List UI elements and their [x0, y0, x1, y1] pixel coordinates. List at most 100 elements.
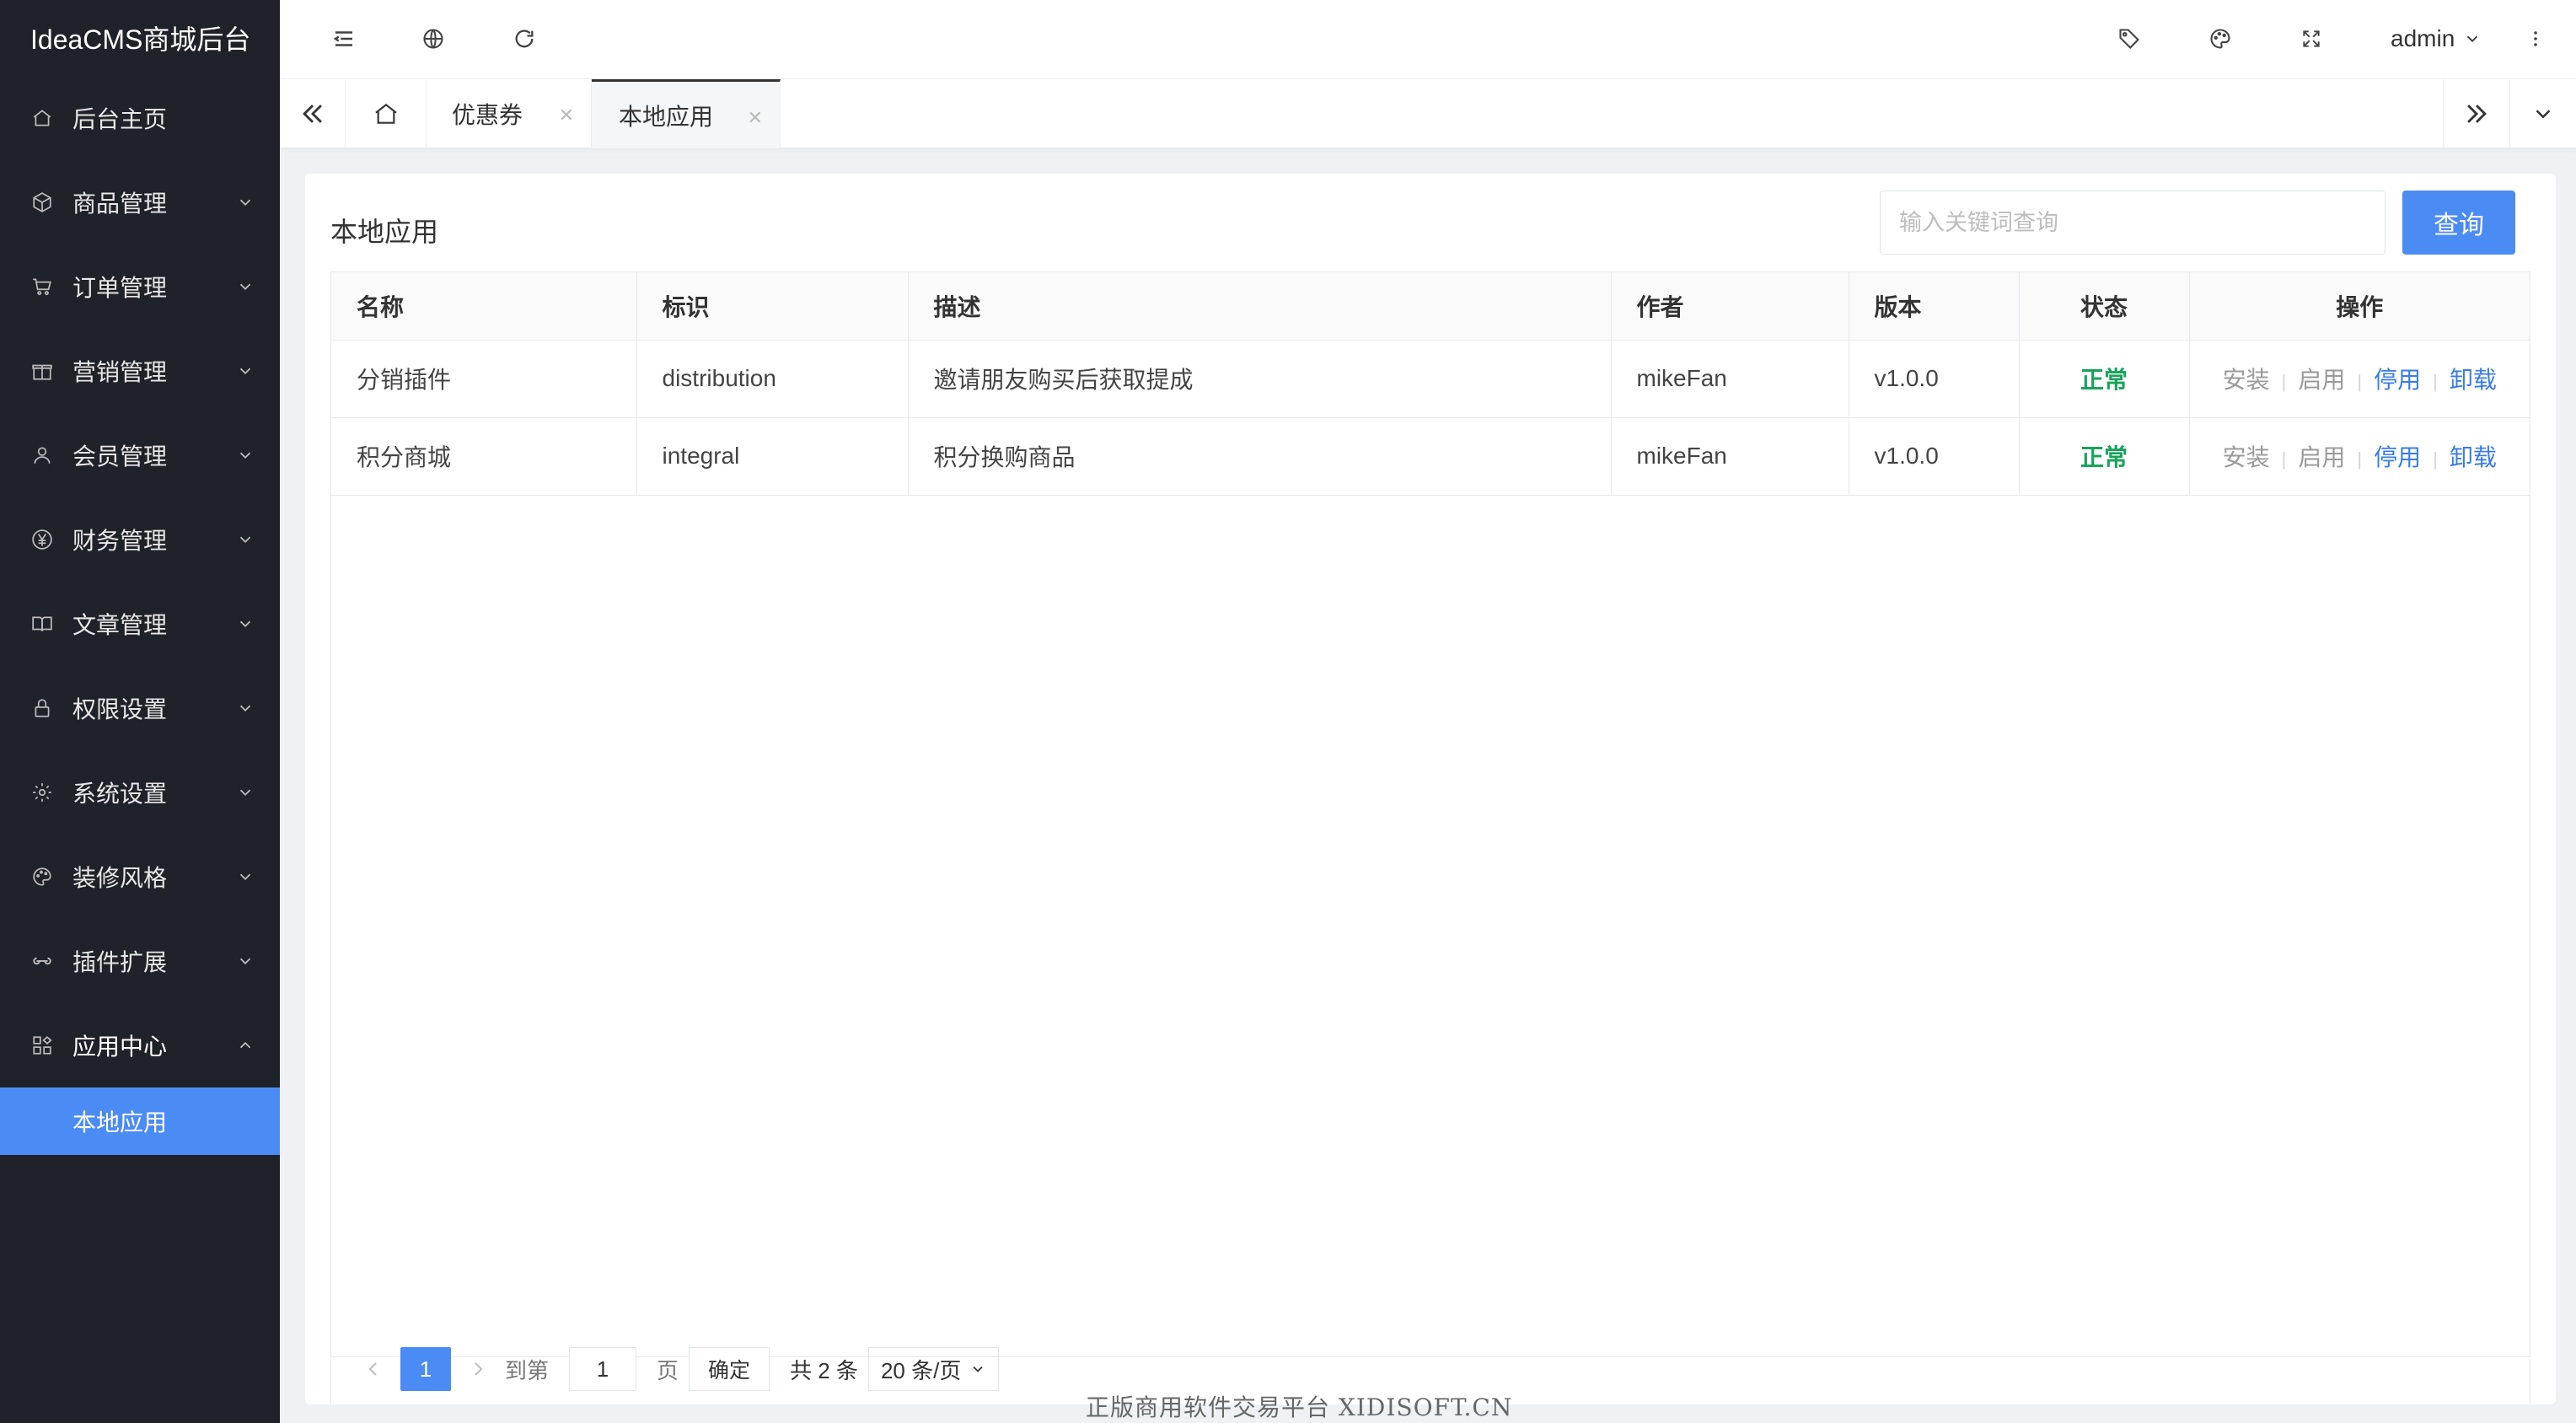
gift-icon [29, 357, 56, 384]
page-size-select[interactable]: 20 条/页 [867, 1347, 1000, 1391]
sidebar-item-permissions[interactable]: 权限设置 [0, 666, 280, 750]
cell-desc: 邀请朋友购买后获取提成 [908, 340, 1612, 418]
goto-page-input[interactable] [569, 1347, 637, 1391]
tabs-scroll-left[interactable] [280, 79, 346, 148]
book-icon [29, 610, 56, 637]
cell-actions: 安装 | 启用 | 停用 | 卸载 [2189, 340, 2530, 418]
home-icon [29, 105, 56, 132]
tabs-menu[interactable] [2510, 79, 2576, 148]
tab-label: 本地应用 [619, 103, 714, 130]
divider: | [2281, 371, 2287, 392]
page-number-current[interactable]: 1 [400, 1347, 451, 1391]
divider: | [2357, 448, 2363, 470]
next-page-icon[interactable] [461, 1348, 495, 1390]
sidebar-item-products[interactable]: 商品管理 [0, 160, 280, 244]
cell-version: v1.0.0 [1849, 340, 2020, 418]
menu-collapse-icon[interactable] [327, 22, 361, 56]
sidebar-item-label: 装修风格 [72, 865, 168, 891]
sidebar-item-system[interactable]: 系统设置 [0, 750, 280, 835]
cell-desc: 积分换购商品 [908, 417, 1612, 496]
enable-button[interactable]: 启用 [2298, 362, 2345, 395]
enable-button[interactable]: 启用 [2298, 439, 2345, 473]
sidebar-item-marketing[interactable]: 营销管理 [0, 329, 280, 413]
tab-coupon[interactable]: 优惠券 ✕ [427, 79, 592, 148]
page-label: 页 [657, 1357, 679, 1383]
palette-icon [29, 863, 56, 890]
sidebar-item-label: 财务管理 [72, 528, 168, 554]
column-header: 操作 [2189, 272, 2530, 341]
install-button[interactable]: 安装 [2223, 362, 2270, 395]
chevron-down-icon [239, 705, 251, 712]
cart-icon [29, 273, 56, 300]
gear-icon [29, 779, 56, 806]
box-icon [29, 189, 56, 216]
chevron-down-icon [239, 620, 251, 628]
page-title: 本地应用 [330, 217, 439, 247]
cell-version: v1.0.0 [1849, 417, 2020, 496]
double-chevron-left-icon [302, 105, 322, 123]
sidebar-item-plugins[interactable]: 插件扩展 [0, 919, 280, 1003]
chevron-down-icon [2467, 35, 2478, 43]
goto-confirm-button[interactable]: 确定 [689, 1347, 770, 1391]
column-header: 描述 [908, 272, 1612, 341]
home-icon [374, 103, 397, 124]
goto-label: 到第 [505, 1357, 550, 1383]
prev-page-icon[interactable] [357, 1348, 390, 1390]
chevron-down-icon [973, 1366, 983, 1372]
more-vertical-icon[interactable] [2519, 22, 2552, 56]
sidebar-item-label: 订单管理 [72, 275, 168, 301]
disable-button[interactable]: 停用 [2374, 439, 2421, 473]
globe-icon[interactable] [416, 22, 450, 56]
tabs-scroll-right[interactable] [2443, 79, 2510, 148]
sidebar-item-label: 商品管理 [72, 191, 168, 217]
uninstall-button[interactable]: 卸载 [2450, 362, 2497, 395]
sidebar-item-members[interactable]: 会员管理 [0, 413, 280, 497]
sidebar-item-app-center[interactable]: 应用中心 [0, 1003, 280, 1087]
chevron-down-icon [239, 873, 251, 881]
table-row: 分销插件 distribution 邀请朋友购买后获取提成 mikeFan v1… [331, 340, 2530, 418]
cell-author: mikeFan [1611, 417, 1849, 496]
sidebar-item-label: 文章管理 [72, 612, 168, 638]
fullscreen-icon[interactable] [2294, 22, 2328, 56]
install-button[interactable]: 安装 [2223, 439, 2270, 473]
user-menu[interactable]: admin [2391, 22, 2482, 56]
uninstall-button[interactable]: 卸载 [2450, 439, 2497, 473]
sidebar-item-label: 权限设置 [72, 696, 168, 722]
content-card: 本地应用 查询 名称 标识 描述 作者 版本 状态 操作 分销插件 distri… [305, 174, 2556, 1404]
cell-status: 正常 [2019, 417, 2190, 496]
chevron-down-icon [239, 283, 251, 291]
chevron-down-icon [239, 789, 251, 797]
chevron-down-icon [239, 452, 251, 459]
sidebar-item-label: 应用中心 [72, 1034, 168, 1060]
column-header: 版本 [1849, 272, 2020, 341]
disable-button[interactable]: 停用 [2374, 362, 2421, 395]
chevron-down-icon [239, 368, 251, 375]
sidebar-item-finance[interactable]: 财务管理 [0, 497, 280, 582]
sidebar-item-label: 插件扩展 [72, 949, 168, 975]
sidebar-item-home[interactable]: 后台主页 [0, 76, 280, 160]
close-icon[interactable]: ✕ [748, 107, 763, 129]
column-header: 作者 [1611, 272, 1849, 341]
cell-name: 分销插件 [331, 340, 637, 418]
tab-home[interactable] [346, 79, 427, 148]
tab-local-apps[interactable]: 本地应用 ✕ [592, 79, 781, 148]
close-icon[interactable]: ✕ [559, 105, 574, 126]
sidebar-item-articles[interactable]: 文章管理 [0, 582, 280, 666]
search-input[interactable] [1880, 191, 2385, 255]
yen-icon [29, 526, 56, 553]
footer-watermark: 正版商用软件交易平台 XIDISOFT.CN [1086, 1393, 1513, 1421]
status-badge: 正常 [2080, 444, 2128, 470]
table-row: 积分商城 integral 积分换购商品 mikeFan v1.0.0 正常 安… [331, 417, 2530, 496]
search-button[interactable]: 查询 [2402, 191, 2515, 255]
username: admin [2391, 25, 2455, 51]
palette-icon[interactable] [2203, 22, 2237, 56]
brand-title[interactable]: IdeaCMS商城后台 [0, 0, 280, 76]
sidebar-item-orders[interactable]: 订单管理 [0, 244, 280, 329]
tag-icon[interactable] [2112, 22, 2146, 56]
divider: | [2433, 371, 2438, 392]
refresh-icon[interactable] [507, 22, 541, 56]
column-header: 标识 [636, 272, 909, 341]
sidebar-subitem-local-apps[interactable]: 本地应用 [0, 1087, 280, 1155]
sidebar-item-theme[interactable]: 装修风格 [0, 835, 280, 919]
cell-author: mikeFan [1611, 340, 1849, 418]
